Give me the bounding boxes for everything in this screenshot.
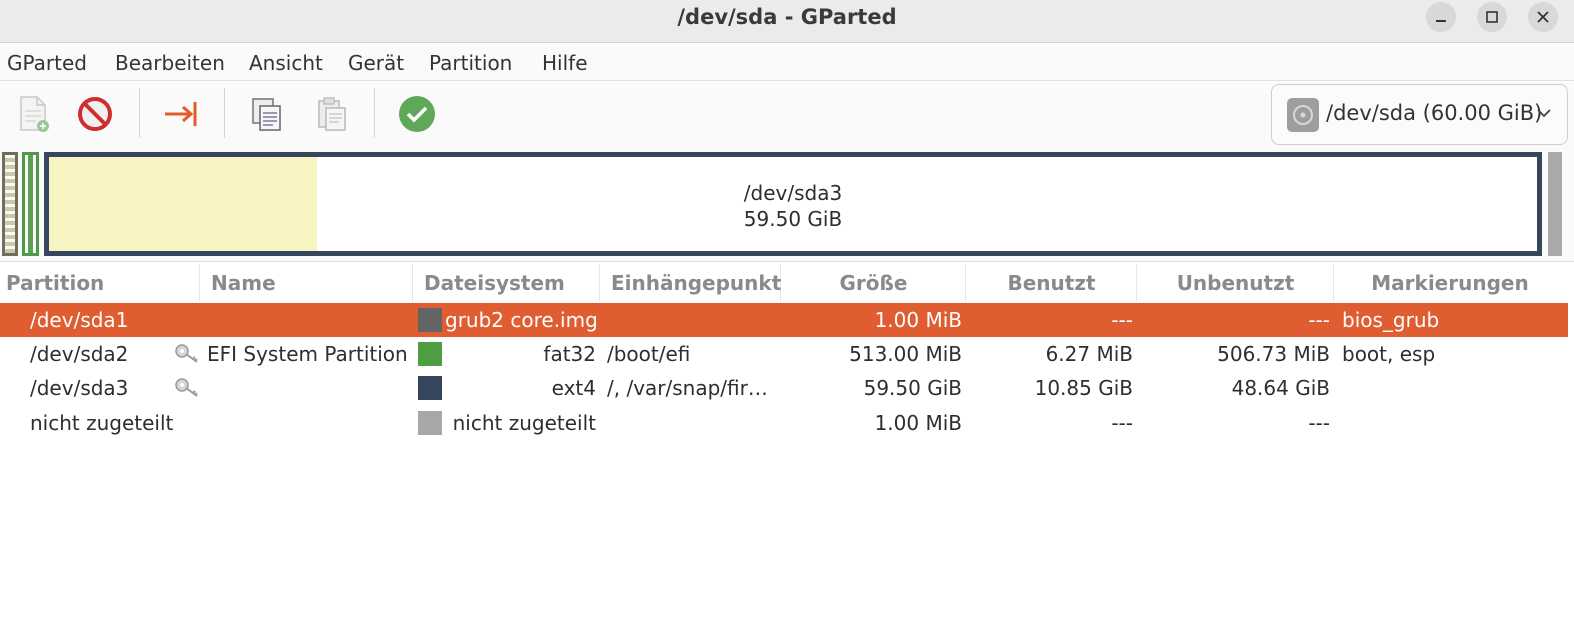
column-header-unused[interactable]: Unbenutzt — [1138, 264, 1334, 302]
key-icon — [174, 377, 200, 404]
cell-size: 513.00 MiB — [849, 342, 962, 366]
column-header-size[interactable]: Größe — [782, 264, 966, 302]
cell-flags: bios_grub — [1342, 308, 1440, 332]
resize-move-button[interactable] — [159, 92, 203, 136]
cell-filesystem: fat32 — [543, 342, 596, 366]
new-partition-button[interactable] — [11, 92, 55, 136]
table-row[interactable]: nicht zugeteilt nicht zugeteilt 1.00 MiB --… — [0, 406, 1568, 440]
cell-partition: /dev/sda1 — [30, 308, 129, 332]
cell-used: 10.85 GiB — [1034, 376, 1133, 400]
menu-gparted[interactable]: GParted — [7, 51, 87, 75]
cell-used: --- — [1111, 411, 1133, 435]
disk-map-segment-unallocated-start[interactable] — [2, 152, 18, 256]
cell-name — [207, 406, 413, 440]
cell-used: 6.27 MiB — [1045, 342, 1133, 366]
filesystem-color-swatch — [418, 342, 442, 366]
segment-size: 59.50 GiB — [743, 207, 843, 231]
cell-partition: /dev/sda2 — [30, 342, 129, 366]
menu-partition[interactable]: Partition — [429, 51, 512, 75]
cell-partition: /dev/sda3 — [30, 376, 129, 400]
title-bar: /dev/sda - GParted — [0, 0, 1574, 43]
column-header-name[interactable]: Name — [201, 264, 413, 302]
delete-partition-icon — [78, 97, 112, 131]
hard-disk-icon — [1287, 98, 1319, 132]
menu-help[interactable]: Hilfe — [542, 51, 588, 75]
menu-bar: GParted Bearbeiten Ansicht Gerät Partiti… — [0, 44, 1574, 81]
chevron-down-icon — [1537, 109, 1551, 118]
device-selector[interactable]: /dev/sda (60.00 GiB) — [1271, 84, 1568, 145]
disk-map: /dev/sda3 59.50 GiB — [0, 150, 1574, 262]
cell-unused: 48.64 GiB — [1231, 376, 1330, 400]
cell-mountpoint — [607, 406, 779, 440]
minimize-icon — [1436, 20, 1446, 22]
close-icon — [1537, 11, 1549, 23]
cell-partition: nicht zugeteilt — [30, 411, 174, 435]
copy-icon — [252, 98, 281, 131]
cell-mountpoint — [607, 303, 779, 337]
window-title: /dev/sda - GParted — [677, 5, 897, 29]
cell-unused: --- — [1308, 411, 1330, 435]
cell-flags: boot, esp — [1342, 342, 1436, 366]
disk-map-segment-sda3[interactable]: /dev/sda3 59.50 GiB — [44, 152, 1542, 256]
cell-name — [207, 371, 413, 405]
resize-move-icon — [165, 102, 197, 126]
cell-used: --- — [1111, 308, 1133, 332]
new-partition-icon — [20, 96, 49, 132]
cell-flags — [1342, 406, 1564, 440]
cell-filesystem: nicht zugeteilt — [452, 411, 596, 435]
key-icon — [174, 343, 200, 370]
table-row[interactable]: /dev/sda1 grub2 core.img 1.00 MiB --- --- bio… — [0, 303, 1568, 337]
menu-view[interactable]: Ansicht — [249, 51, 323, 75]
cell-filesystem: ext4 — [551, 376, 596, 400]
apply-button[interactable] — [395, 92, 439, 136]
maximize-icon — [1486, 11, 1498, 23]
segment-name: /dev/sda3 — [743, 181, 843, 205]
device-selector-label: /dev/sda (60.00 GiB) — [1326, 101, 1543, 125]
cell-unused: 506.73 MiB — [1217, 342, 1330, 366]
column-header-mountpoint[interactable]: Einhängepunkt — [601, 264, 781, 302]
column-header-flags[interactable]: Markierungen — [1335, 264, 1565, 302]
cell-unused: --- — [1308, 308, 1330, 332]
disk-map-segment-unallocated-end[interactable] — [1548, 152, 1562, 256]
paste-button[interactable] — [309, 92, 353, 136]
cell-mountpoint: /boot/efi — [607, 342, 691, 366]
partition-table-header: Partition Name Dateisystem Einhängepunkt… — [0, 264, 1574, 302]
menu-edit[interactable]: Bearbeiten — [115, 51, 225, 75]
column-header-used[interactable]: Benutzt — [967, 264, 1137, 302]
cell-flags — [1342, 371, 1564, 405]
copy-button[interactable] — [244, 92, 288, 136]
cell-mountpoint: /, /var/snap/fir… — [607, 376, 768, 400]
toolbar-separator — [139, 88, 140, 138]
filesystem-color-swatch — [418, 308, 442, 332]
toolbar-separator — [224, 88, 225, 138]
maximize-button[interactable] — [1477, 2, 1507, 32]
menu-device[interactable]: Gerät — [348, 51, 404, 75]
cell-size: 59.50 GiB — [863, 376, 962, 400]
apply-icon — [399, 96, 435, 132]
cell-size: 1.00 MiB — [874, 308, 962, 332]
disk-map-segment-sda2[interactable] — [22, 152, 39, 256]
cell-name: EFI System Partition — [207, 342, 408, 366]
toolbar-separator — [374, 88, 375, 138]
delete-partition-button[interactable] — [73, 92, 117, 136]
paste-icon — [318, 97, 346, 131]
cell-name — [207, 303, 413, 337]
toolbar: /dev/sda (60.00 GiB) — [0, 82, 1574, 150]
column-header-partition[interactable]: Partition — [0, 264, 200, 302]
cell-filesystem: grub2 core.img — [445, 308, 598, 332]
filesystem-color-swatch — [418, 411, 442, 435]
minimize-button[interactable] — [1426, 2, 1456, 32]
close-button[interactable] — [1528, 2, 1558, 32]
column-header-filesystem[interactable]: Dateisystem — [414, 264, 600, 302]
filesystem-color-swatch — [418, 376, 442, 400]
table-row[interactable]: /dev/sda2 EFI System Partition fat32/boot/… — [0, 337, 1568, 371]
table-row[interactable]: /dev/sda3 ext4 /, /var/snap/fir… 59.50 GiB 1… — [0, 371, 1568, 405]
cell-size: 1.00 MiB — [874, 411, 962, 435]
